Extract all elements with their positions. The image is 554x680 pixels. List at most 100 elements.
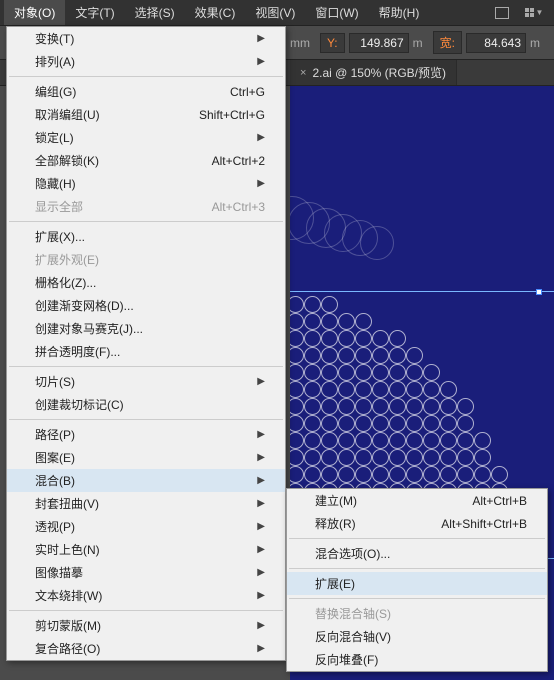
y-value[interactable]: 149.867 xyxy=(349,33,409,53)
w-label: 宽: xyxy=(433,31,462,54)
menu-item-label: 显示全部 xyxy=(35,198,83,215)
menu-item-label: 栅格化(Z)... xyxy=(35,274,96,291)
menu-item-label: 剪切蒙版(M) xyxy=(35,617,101,634)
menu-item-label: 替换混合轴(S) xyxy=(315,605,391,622)
submenu-arrow-icon: ▶ xyxy=(257,620,265,631)
menu-item-label: 实时上色(N) xyxy=(35,541,100,558)
menu-item-label: 切片(S) xyxy=(35,373,75,390)
blend-menu-item: 替换混合轴(S) xyxy=(287,602,547,625)
blend-menu-item[interactable]: 混合选项(O)... xyxy=(287,542,547,565)
object-menu-item[interactable]: 排列(A)▶ xyxy=(7,50,285,73)
object-menu-item[interactable]: 创建对象马赛克(J)... xyxy=(7,317,285,340)
submenu-arrow-icon: ▶ xyxy=(257,376,265,387)
menu-item-label: 释放(R) xyxy=(315,515,356,532)
blend-menu-item[interactable]: 反向堆叠(F) xyxy=(287,648,547,671)
object-menu-item[interactable]: 扩展(X)... xyxy=(7,225,285,248)
menu-item-label: 反向混合轴(V) xyxy=(315,628,391,645)
separator xyxy=(9,610,283,611)
menu-item-label: 封套扭曲(V) xyxy=(35,495,99,512)
menu-item-label: 图案(E) xyxy=(35,449,75,466)
menu-view[interactable]: 视图(V) xyxy=(245,0,305,25)
separator xyxy=(9,221,283,222)
object-menu-item[interactable]: 混合(B) ▶ xyxy=(7,469,285,492)
menu-effect[interactable]: 效果(C) xyxy=(185,0,246,25)
object-menu-item[interactable]: 剪切蒙版(M) ▶ xyxy=(7,614,285,637)
menu-type[interactable]: 文字(T) xyxy=(65,0,124,25)
w-value[interactable]: 84.643 xyxy=(466,33,526,53)
submenu-arrow-icon: ▶ xyxy=(257,429,265,440)
object-menu-item[interactable]: 文本绕排(W)▶ xyxy=(7,584,285,607)
menu-item-label: 创建渐变网格(D)... xyxy=(35,297,134,314)
object-menu-item[interactable]: 切片(S) ▶ xyxy=(7,370,285,393)
separator xyxy=(9,76,283,77)
menu-item-label: 扩展(X)... xyxy=(35,228,85,245)
submenu-arrow-icon: ▶ xyxy=(257,475,265,486)
object-menu-item[interactable]: 变换(T) ▶ xyxy=(7,27,285,50)
separator xyxy=(289,538,545,539)
menu-help[interactable]: 帮助(H) xyxy=(369,0,430,25)
doc-layout-icon[interactable] xyxy=(490,3,514,23)
menu-item-label: 隐藏(H) xyxy=(35,175,76,192)
submenu-arrow-icon: ▶ xyxy=(257,56,265,67)
object-menu-item[interactable]: 实时上色(N)▶ xyxy=(7,538,285,561)
menu-item-label: 透视(P) xyxy=(35,518,75,535)
menu-shortcut: Ctrl+G xyxy=(230,85,265,99)
object-menu-item[interactable]: 隐藏(H)▶ xyxy=(7,172,285,195)
blend-submenu: 建立(M) Alt+Ctrl+B 释放(R) Alt+Shift+Ctrl+B 混合选项… xyxy=(286,488,548,672)
blend-menu-item[interactable]: 释放(R) Alt+Shift+Ctrl+B xyxy=(287,512,547,535)
menu-shortcut: Alt+Shift+Ctrl+B xyxy=(441,517,527,531)
menu-item-label: 路径(P) xyxy=(35,426,75,443)
handle-top-mid[interactable] xyxy=(536,289,542,295)
object-menu-item[interactable]: 创建裁切标记(C) xyxy=(7,393,285,416)
menu-item-label: 锁定(L) xyxy=(35,129,74,146)
menu-shortcut: Alt+Ctrl+2 xyxy=(212,154,265,168)
object-menu-item[interactable]: 图像描摹 ▶ xyxy=(7,561,285,584)
separator xyxy=(289,598,545,599)
submenu-arrow-icon: ▶ xyxy=(257,643,265,654)
close-icon[interactable]: × xyxy=(300,67,306,79)
arrange-icon[interactable]: ▼ xyxy=(522,3,546,23)
object-menu-item[interactable]: 创建渐变网格(D)... xyxy=(7,294,285,317)
menu-shortcut: Shift+Ctrl+G xyxy=(199,108,265,122)
menu-item-label: 取消编组(U) xyxy=(35,106,100,123)
object-menu-item[interactable]: 全部解锁(K) Alt+Ctrl+2 xyxy=(7,149,285,172)
submenu-arrow-icon: ▶ xyxy=(257,452,265,463)
menu-shortcut: Alt+Ctrl+B xyxy=(472,494,527,508)
menu-item-label: 图像描摹 xyxy=(35,564,83,581)
menu-window[interactable]: 窗口(W) xyxy=(305,0,368,25)
tab-title: 2.ai @ 150% (RGB/预览) xyxy=(312,64,446,81)
object-menu-item[interactable]: 路径(P) ▶ xyxy=(7,423,285,446)
object-menu-item[interactable]: 图案(E) ▶ xyxy=(7,446,285,469)
menu-item-label: 混合(B) xyxy=(35,472,75,489)
menu-item-label: 变换(T) xyxy=(35,30,74,47)
object-menu-item[interactable]: 栅格化(Z)... xyxy=(7,271,285,294)
x-unit: mm xyxy=(290,36,310,50)
blend-menu-item[interactable]: 建立(M) Alt+Ctrl+B xyxy=(287,489,547,512)
blend-menu-item[interactable]: 扩展(E) xyxy=(287,572,547,595)
submenu-arrow-icon: ▶ xyxy=(257,132,265,143)
separator xyxy=(9,419,283,420)
menu-item-label: 反向堆叠(F) xyxy=(315,651,378,668)
object-menu-item: 显示全部Alt+Ctrl+3 xyxy=(7,195,285,218)
object-menu-item[interactable]: 拼合透明度(F)... xyxy=(7,340,285,363)
submenu-arrow-icon: ▶ xyxy=(257,567,265,578)
submenu-arrow-icon: ▶ xyxy=(257,498,265,509)
menu-item-label: 全部解锁(K) xyxy=(35,152,99,169)
menu-item-label: 扩展(E) xyxy=(315,575,355,592)
menu-item-label: 建立(M) xyxy=(315,492,357,509)
separator xyxy=(9,366,283,367)
object-menu-item[interactable]: 封套扭曲(V) ▶ xyxy=(7,492,285,515)
menu-item-label: 文本绕排(W) xyxy=(35,587,102,604)
submenu-arrow-icon: ▶ xyxy=(257,33,265,44)
object-menu-item[interactable]: 取消编组(U) Shift+Ctrl+G xyxy=(7,103,285,126)
object-menu-item[interactable]: 复合路径(O)▶ xyxy=(7,637,285,660)
menu-item-label: 混合选项(O)... xyxy=(315,545,390,562)
blend-menu-item[interactable]: 反向混合轴(V) xyxy=(287,625,547,648)
object-menu-item[interactable]: 编组(G)Ctrl+G xyxy=(7,80,285,103)
object-menu-item[interactable]: 锁定(L) ▶ xyxy=(7,126,285,149)
w-unit: m xyxy=(530,36,540,50)
menu-object[interactable]: 对象(O) xyxy=(4,0,65,25)
object-menu-item[interactable]: 透视(P)▶ xyxy=(7,515,285,538)
document-tab[interactable]: × 2.ai @ 150% (RGB/预览) xyxy=(290,60,457,85)
menu-select[interactable]: 选择(S) xyxy=(125,0,185,25)
